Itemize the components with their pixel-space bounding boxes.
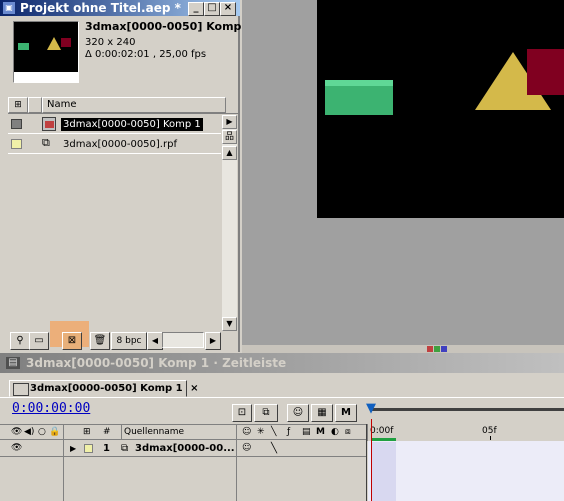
name-column-divider — [236, 424, 237, 501]
label-swatch-gray[interactable] — [11, 119, 22, 129]
project-window: ▣ Projekt ohne Titel.aep * _ □ × 3dmax[0… — [0, 0, 253, 352]
app-icon: ▣ — [3, 2, 15, 14]
layer-eye-icon[interactable]: 👁 — [11, 441, 22, 456]
minimize-button[interactable]: _ — [188, 2, 204, 16]
thumb-box-green — [18, 43, 29, 50]
close-button[interactable]: × — [220, 2, 236, 16]
timeline-window-icon: ▤ — [6, 357, 20, 369]
project-column-header: ⊞ Name — [8, 97, 238, 114]
navigator-start-handle[interactable]: ▼ — [366, 402, 376, 417]
trash-icon[interactable]: 🗑 — [90, 332, 110, 350]
layer-shy-switch[interactable]: ☺ — [242, 441, 251, 456]
time-navigator[interactable]: ▼ — [364, 402, 564, 417]
maximize-button[interactable]: □ — [204, 2, 220, 16]
timeline-tab-label: 3dmax[0000-0050] Komp 1 — [30, 383, 183, 394]
project-scrollbar[interactable]: ▶ 品 ▲ ▼ — [222, 115, 237, 331]
quality-icon[interactable]: ╲ — [271, 425, 276, 439]
footage-sequence-icon: ⧉ — [121, 443, 129, 454]
project-item-footage[interactable]: ⧉ 3dmax[0000-0050].rpf — [8, 135, 221, 154]
comp-flow-button[interactable]: ⊡ — [232, 404, 252, 422]
tab-underline — [0, 397, 564, 398]
scroll-down-button[interactable]: ▼ — [222, 317, 237, 331]
folder-icon[interactable]: ▭ — [29, 332, 49, 350]
project-title: Projekt ohne Titel.aep * — [20, 1, 181, 15]
timeline-titlebar[interactable]: ▤ 3dmax[0000-0050] Komp 1 · Zeitleiste — [0, 353, 564, 373]
layer-name[interactable]: 3dmax[0000-00... — [135, 441, 235, 456]
expand-arrow-button[interactable]: ▶ — [222, 115, 237, 129]
3d-layer-icon[interactable]: ⧈ — [345, 425, 351, 439]
source-name-column-header[interactable]: Quellenname — [121, 425, 235, 439]
label-swatch-yellow[interactable] — [11, 139, 22, 149]
layer-row[interactable]: 👁 ▶ 1 ⧉ 3dmax[0000-00... ☺ ╲ — [0, 441, 367, 457]
thumb-box-red — [61, 38, 71, 47]
project-item-comp[interactable]: 3dmax[0000-0050] Komp 1 — [8, 115, 221, 134]
ruler-start-label: 0:00f — [370, 426, 394, 436]
red-box — [527, 49, 564, 95]
find-icon[interactable]: ⚲ — [10, 332, 30, 350]
name-column-header[interactable]: Name — [42, 97, 226, 113]
lock-icon[interactable]: 🔒 — [49, 425, 60, 439]
comp-icon — [13, 383, 29, 396]
green-box — [325, 80, 393, 115]
motion-blur-icon[interactable]: M — [316, 425, 325, 439]
scroll-right-button[interactable]: ▶ — [205, 332, 221, 350]
name-column-label: Name — [47, 99, 77, 110]
eye-icon[interactable]: 👁 — [11, 425, 22, 439]
timeline-title: 3dmax[0000-0050] Komp 1 · Zeitleiste — [26, 356, 287, 370]
horizontal-scroll-track[interactable] — [162, 332, 204, 348]
ruler-mark-label: 05f — [482, 426, 497, 436]
thumb-whitebar — [14, 72, 78, 82]
graph-icon[interactable]: ⊞ — [83, 425, 91, 439]
flowchart-button[interactable]: 品 — [222, 130, 237, 144]
project-item-list: 3dmax[0000-0050] Komp 1 ⧉ 3dmax[0000-005… — [8, 115, 221, 331]
bpc-button[interactable]: 8 bpc — [111, 332, 147, 350]
motion-blur-button[interactable]: M — [335, 404, 357, 422]
twirl-arrow[interactable]: ▶ — [70, 441, 76, 456]
shy-toggle-button[interactable]: ☺ — [287, 404, 309, 422]
mini-flow-button[interactable]: ⧉ — [254, 404, 278, 422]
label-column[interactable] — [28, 97, 42, 113]
comp-icon — [42, 117, 56, 131]
new-comp-icon[interactable]: ⊠ — [62, 332, 82, 350]
current-time-indicator[interactable] — [371, 419, 372, 501]
timeline-window: ▤ 3dmax[0000-0050] Komp 1 · Zeitleiste 3… — [0, 353, 564, 501]
effect-icon[interactable]: ƒ — [287, 425, 290, 439]
collapse-icon[interactable]: ✳ — [257, 425, 265, 439]
project-item-name: 3dmax[0000-0050].rpf — [63, 139, 177, 150]
layer-label-swatch[interactable] — [84, 444, 93, 453]
frame-blend-button[interactable]: ▦ — [311, 404, 333, 422]
comp-viewer-canvas[interactable] — [317, 0, 564, 218]
timeline-divider[interactable] — [366, 424, 367, 501]
adjustment-icon[interactable]: ◐ — [331, 425, 339, 439]
tab-close-icon[interactable]: × — [190, 383, 198, 394]
layer-duration-bar[interactable] — [368, 441, 564, 501]
timeline-tab[interactable]: 3dmax[0000-0050] Komp 1 × — [9, 380, 199, 397]
scroll-up-button[interactable]: ▲ — [222, 146, 237, 160]
comp-dimensions: 320 x 240 — [85, 37, 136, 48]
layer-quality-switch[interactable]: ╲ — [271, 441, 277, 456]
project-item-name: 3dmax[0000-0050] Komp 1 — [61, 118, 203, 131]
viewer-toolbar[interactable] — [242, 345, 564, 353]
audio-icon[interactable]: ◀) — [24, 425, 34, 439]
switch-column-divider — [63, 424, 64, 501]
project-toolbar: ⚲ ▭ ⊠ 🗑 8 bpc ◀ ▶ — [8, 321, 238, 350]
scroll-left-button[interactable]: ◀ — [147, 332, 163, 350]
timecode-display[interactable]: 0:00:00:00 — [12, 401, 90, 416]
frame-blend-icon[interactable]: ▤ — [302, 425, 311, 439]
number-column-header[interactable]: # — [103, 425, 111, 439]
comp-name: 3dmax[0000-0050] Komp 1 — [85, 20, 253, 33]
solo-icon[interactable]: ○ — [38, 425, 46, 439]
graph-icon[interactable]: ⊞ — [8, 97, 28, 113]
thumb-cone — [47, 37, 61, 50]
footage-sequence-icon: ⧉ — [42, 136, 50, 149]
layer-index: 1 — [103, 443, 110, 454]
comp-thumbnail — [13, 21, 79, 83]
shy-icon[interactable]: ☺ — [242, 425, 251, 439]
label-column-header[interactable] — [63, 425, 75, 439]
layer-bar-lavender[interactable] — [371, 442, 396, 501]
comp-duration: Δ 0:00:02:01 , 25,00 fps — [85, 49, 207, 60]
time-ruler[interactable]: 0:00f 05f — [367, 424, 564, 441]
